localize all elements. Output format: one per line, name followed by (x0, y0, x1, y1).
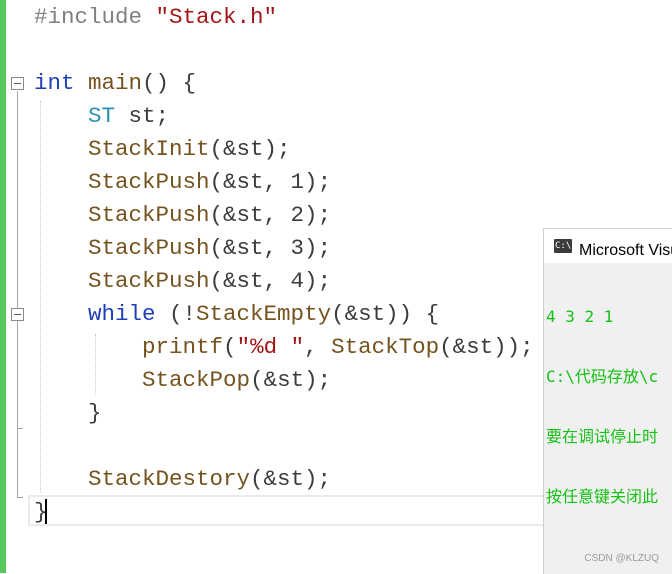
code-line[interactable]: StackPush(&st, 1); (34, 166, 331, 199)
code-token: printf (142, 334, 224, 360)
code-line[interactable]: int main() { (34, 67, 196, 100)
code-token: StackDestory (88, 466, 251, 492)
code-token: StackPush (88, 202, 210, 228)
current-line-highlight (28, 495, 548, 526)
code-token: (&st); (250, 367, 332, 393)
console-titlebar[interactable]: C:\ Microsoft Visual Studio 调试控制台 (544, 229, 672, 263)
code-token: (&st, 3); (209, 235, 332, 261)
code-token: #include (34, 4, 156, 30)
code-token: StackPop (142, 367, 251, 393)
code-token: (! (155, 301, 197, 327)
code-token: int (34, 70, 75, 96)
code-token: StackPush (88, 235, 210, 261)
code-line[interactable]: printf("%d ", StackTop(&st)); (34, 331, 534, 364)
code-line[interactable]: StackInit(&st); (34, 133, 291, 166)
code-token: ( (223, 334, 237, 360)
code-line[interactable]: ST st; (34, 100, 169, 133)
console-title: Microsoft Visual Studio 调试控制台 (579, 242, 672, 259)
code-token: while (88, 301, 156, 327)
code-token: (&st); (209, 136, 291, 162)
code-token: StackTop (331, 334, 440, 360)
code-token: "%d " (236, 334, 305, 360)
collapse-main-icon[interactable] (11, 77, 24, 90)
debug-console-window[interactable]: C:\ Microsoft Visual Studio 调试控制台 4 3 2 … (543, 228, 672, 574)
watermark: CSDN @KLZUQ (584, 553, 659, 564)
code-line[interactable]: while (!StackEmpty(&st)) { (34, 298, 439, 331)
code-token: (&st)); (439, 334, 534, 360)
outline-end-main (17, 497, 23, 498)
console-output: 4 3 2 1 C:\代码存放\c 要在调试停止时 按任意键关闭此 (546, 267, 672, 547)
code-token: (&st, 4); (209, 268, 332, 294)
console-output-line: 要在调试停止时 (546, 427, 659, 446)
console-output-line: 按任意键关闭此 (546, 487, 659, 506)
text-caret (45, 499, 47, 524)
code-token: main (88, 70, 143, 96)
console-app-icon: C:\ (554, 239, 572, 253)
code-token: st; (115, 103, 170, 129)
code-line[interactable]: #include "Stack.h" (34, 1, 277, 34)
code-line[interactable]: } (34, 397, 102, 430)
code-line[interactable]: StackDestory(&st); (34, 463, 331, 496)
code-token: (&st); (250, 466, 332, 492)
code-token: StackInit (88, 136, 210, 162)
code-token: "Stack.h" (155, 4, 278, 30)
outline-line-main (17, 91, 18, 498)
code-token: (&st)) { (331, 301, 440, 327)
code-line[interactable]: StackPush(&st, 3); (34, 232, 331, 265)
console-output-line: C:\代码存放\c (546, 367, 659, 386)
code-token: (&st, 1); (209, 169, 332, 195)
code-line[interactable]: StackPop(&st); (34, 364, 331, 397)
code-token: StackEmpty (196, 301, 332, 327)
code-token: } (34, 400, 102, 426)
code-token: StackPush (88, 169, 210, 195)
code-token: , (304, 334, 332, 360)
code-token: () { (142, 70, 197, 96)
console-output-line: 4 3 2 1 (546, 307, 614, 326)
code-token: (&st, 2); (209, 202, 332, 228)
code-line[interactable]: StackPush(&st, 2); (34, 199, 331, 232)
collapse-while-icon[interactable] (11, 308, 24, 321)
code-token: StackPush (88, 268, 210, 294)
change-tracking-bar (0, 0, 6, 573)
code-token: ST (88, 103, 116, 129)
outline-end-while (17, 428, 23, 429)
code-line[interactable]: StackPush(&st, 4); (34, 265, 331, 298)
